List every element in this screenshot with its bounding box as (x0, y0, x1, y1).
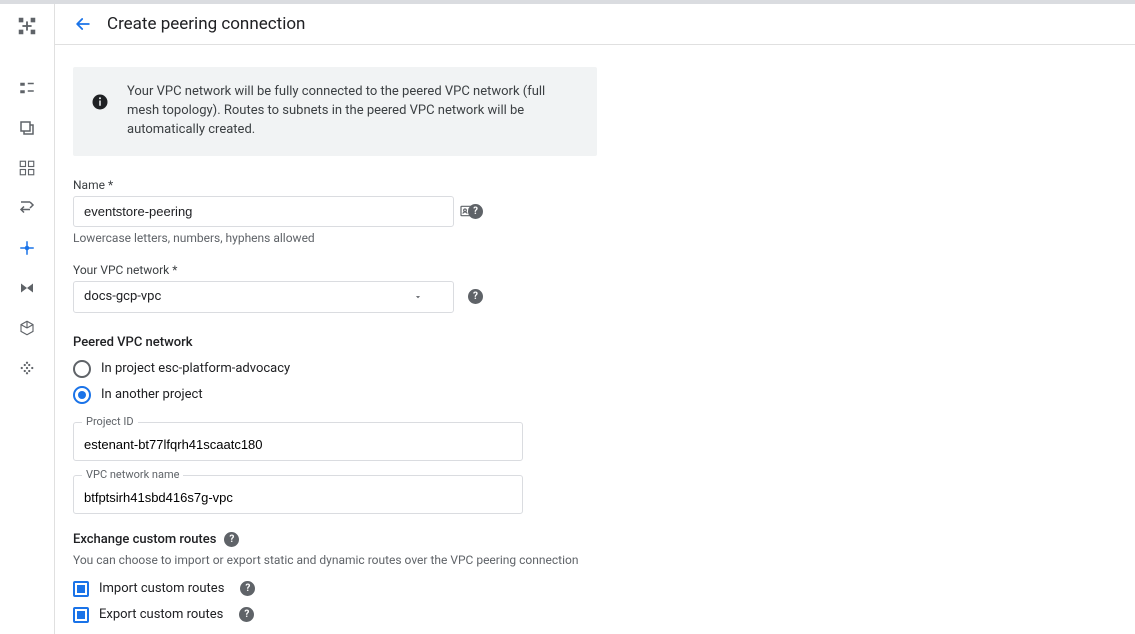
vpc-select[interactable]: docs-gcp-vpc (73, 281, 454, 313)
name-hint: Lowercase letters, numbers, hyphens allo… (73, 231, 597, 245)
sidebar-item-1[interactable] (15, 76, 39, 100)
page-header: Create peering connection (55, 4, 1135, 45)
name-label: Name * (73, 178, 597, 192)
name-input[interactable] (73, 196, 454, 228)
exchange-title-text: Exchange custom routes (73, 532, 216, 547)
page-title: Create peering connection (107, 14, 305, 34)
back-button[interactable] (73, 14, 93, 34)
radio-in-project[interactable]: In project esc-platform-advocacy (73, 360, 597, 378)
project-id-label: Project ID (82, 415, 138, 428)
vpc-value: docs-gcp-vpc (84, 289, 161, 305)
info-icon (91, 93, 109, 115)
info-text: Your VPC network will be fully connected… (127, 83, 579, 140)
radio-icon (73, 360, 91, 378)
check-label: Export custom routes (99, 607, 223, 622)
vpc-name-field: VPC network name (73, 475, 523, 514)
radio-label: In project esc-platform-advocacy (101, 361, 290, 376)
export-routes-check[interactable]: Export custom routes ? (73, 607, 597, 623)
vpc-name-label: VPC network name (82, 468, 183, 481)
vpc-label: Your VPC network * (73, 263, 597, 277)
vpc-name-input[interactable] (74, 476, 522, 513)
sidebar-item-peering[interactable] (15, 236, 39, 260)
product-icon (15, 14, 39, 38)
info-banner: Your VPC network will be fully connected… (73, 67, 597, 156)
sidebar-item-8[interactable] (15, 356, 39, 380)
project-id-input[interactable] (74, 423, 522, 460)
check-label: Import custom routes (99, 581, 224, 596)
contact-icon[interactable] (459, 203, 475, 219)
exchange-title: Exchange custom routes ? (73, 532, 597, 547)
exchange-hint: You can choose to import or export stati… (73, 553, 597, 567)
sidebar-item-4[interactable] (15, 196, 39, 220)
sidebar-item-7[interactable] (15, 316, 39, 340)
radio-icon (73, 386, 91, 404)
help-icon[interactable]: ? (224, 532, 239, 547)
project-id-field: Project ID (73, 422, 523, 461)
radio-label: In another project (101, 387, 203, 402)
radio-another-project[interactable]: In another project (73, 386, 597, 404)
checkbox-icon (73, 607, 89, 623)
help-icon[interactable]: ? (468, 289, 483, 304)
sidebar-item-2[interactable] (15, 116, 39, 140)
help-icon[interactable]: ? (240, 581, 255, 596)
peered-section-title: Peered VPC network (73, 335, 597, 350)
sidebar-item-6[interactable] (15, 276, 39, 300)
sidebar-item-3[interactable] (15, 156, 39, 180)
import-routes-check[interactable]: Import custom routes ? (73, 581, 597, 597)
help-icon[interactable]: ? (239, 607, 254, 622)
checkbox-icon (73, 581, 89, 597)
sidebar (0, 4, 55, 634)
caret-down-icon (413, 292, 423, 302)
